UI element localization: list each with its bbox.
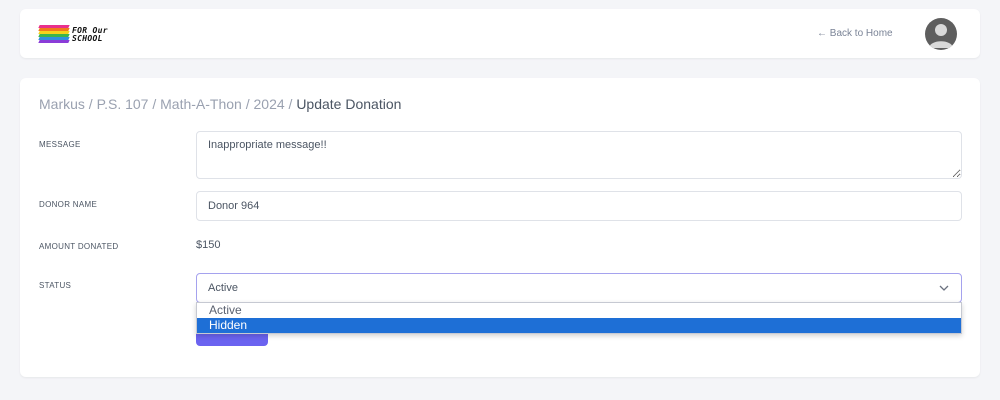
logo-line-2: SCHOOL: [72, 33, 103, 43]
chevron-down-icon: [939, 285, 949, 291]
avatar[interactable]: [925, 18, 957, 50]
message-label: MESSAGE: [39, 140, 81, 149]
donor-name-input[interactable]: [196, 191, 962, 221]
status-dropdown-list: Active Hidden: [196, 302, 962, 334]
status-option-hidden[interactable]: Hidden: [197, 318, 961, 333]
status-label: STATUS: [39, 281, 72, 290]
submit-button[interactable]: [196, 332, 268, 346]
back-to-home-link[interactable]: ← Back to Home: [817, 28, 893, 39]
rainbow-stripes-icon: [38, 25, 70, 44]
message-textarea[interactable]: Inappropriate message!!: [196, 131, 962, 179]
amount-donated-label: AMOUNT DONATED: [39, 242, 119, 251]
donor-name-label: DONOR NAME: [39, 200, 98, 209]
breadcrumb: Markus / P.S. 107 / Math-A-Thon / 2024 /…: [39, 96, 401, 112]
status-select[interactable]: Active: [196, 273, 962, 303]
user-silhouette-icon: [929, 24, 953, 48]
top-navbar: FOR Our SCHOOL ← Back to Home: [20, 9, 980, 58]
status-option-active[interactable]: Active: [197, 303, 961, 318]
breadcrumb-current: Update Donation: [296, 96, 402, 112]
logo[interactable]: FOR Our SCHOOL: [38, 25, 108, 44]
breadcrumb-trail[interactable]: Markus / P.S. 107 / Math-A-Thon / 2024 /: [39, 96, 296, 112]
logo-text: FOR Our SCHOOL: [72, 26, 108, 43]
amount-donated-value: $150: [196, 239, 221, 251]
status-selected-value: Active: [208, 282, 238, 294]
